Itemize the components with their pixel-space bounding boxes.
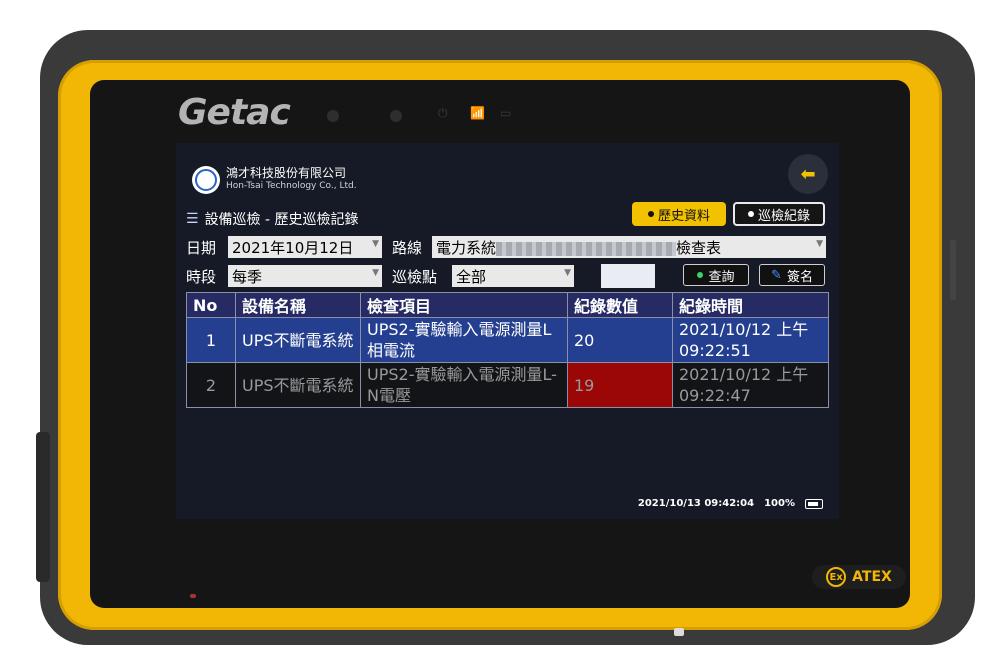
col-no: No [186,292,236,318]
signature-thumbnail [601,264,655,288]
cell-item: UPS2-實驗輸入電源測量L相電流 [360,317,568,363]
cell-item: UPS2-實驗輸入電源測量L-N電壓 [360,362,568,408]
chevron-down-icon: ▼ [372,268,379,278]
cell-no: 1 [186,317,236,363]
table-row[interactable]: 2 UPS不斷電系統 UPS2-實驗輸入電源測量L-N電壓 19 2021/10… [186,362,829,408]
atex-badge: Ex ATEX [812,565,906,589]
chevron-down-icon: ▼ [816,239,823,249]
search-list-icon: ☰ [186,211,199,227]
point-select[interactable]: 全部 ▼ [452,265,574,287]
arrow-left-icon: ⬅ [800,163,816,185]
history-data-label: 歷史資料 [657,208,710,224]
route-value-suffix: 檢查表 [676,239,722,257]
col-value: 紀錄數值 [567,292,673,318]
status-datetime: 2021/10/13 09:42:04 [637,498,755,509]
cell-time: 2021/10/12 上午 09:22:51 [672,317,829,363]
point-label: 巡檢點 [392,268,438,286]
side-slot [950,240,956,300]
cell-value-alert: 19 [567,362,673,408]
cell-no: 2 [186,362,236,408]
cell-value: 20 [567,317,673,363]
redacted-text [496,241,677,256]
battery-led-icon: ▭ [500,106,512,120]
sign-label: 簽名 [786,269,813,285]
status-battery: 100% [764,498,795,509]
chevron-down-icon: ▼ [564,268,571,278]
page-title-text: 設備巡檢 - 歷史巡檢記錄 [204,212,359,228]
chevron-down-icon: ▼ [372,239,379,249]
dot-icon [647,211,654,217]
col-device-name: 設備名稱 [235,292,361,318]
table-row[interactable]: 1 UPS不斷電系統 UPS2-實驗輸入電源測量L相電流 20 2021/10/… [186,317,829,363]
point-value: 全部 [456,268,487,286]
power-icon: ⏻ [438,106,448,120]
dot-icon [697,272,704,278]
app-screen: 鴻才科技股份有限公司 Hon-Tsai Technology Co., Ltd.… [176,143,839,519]
battery-icon [805,498,823,509]
query-label: 查詢 [708,269,735,285]
period-select[interactable]: 每季 ▼ [228,265,382,287]
table-header-row: No 設備名稱 檢查項目 紀錄數值 紀錄時間 [186,292,829,318]
history-data-button[interactable]: 歷史資料 [632,202,726,226]
pen-icon: ✎ [771,267,782,283]
sensor-dot [390,110,402,122]
col-item: 檢查項目 [360,292,568,318]
patrol-record-label: 巡檢紀錄 [757,208,810,224]
side-port [36,432,50,582]
camera-dot [327,110,339,122]
bottom-port [674,628,684,636]
brand-logo: Getac [178,92,291,133]
query-button[interactable]: 查詢 [683,264,749,286]
sign-button[interactable]: ✎ 簽名 [759,264,825,286]
page-title: ☰ 設備巡檢 - 歷史巡檢記錄 [186,209,359,229]
back-button[interactable]: ⬅ [788,154,828,194]
period-value: 每季 [232,268,263,286]
atex-label: ATEX [852,569,892,585]
cell-device-name: UPS不斷電系統 [235,362,361,408]
route-value-prefix: 電力系統 [436,239,497,257]
ex-icon: Ex [826,567,847,587]
company-name-en: Hon-Tsai Technology Co., Ltd. [226,181,357,191]
date-value: 2021年10月12日 [232,239,354,257]
date-label: 日期 [186,239,217,257]
microphone-indicator [190,594,196,598]
patrol-record-button[interactable]: 巡檢紀錄 [733,202,825,226]
cell-time: 2021/10/12 上午 09:22:47 [672,362,829,408]
route-select[interactable]: 電力系統 檢查表 ▼ [432,236,826,258]
cell-device-name: UPS不斷電系統 [235,317,361,363]
records-table: No 設備名稱 檢查項目 紀錄數值 紀錄時間 1 UPS不斷電系統 UPS2-實… [186,292,829,408]
route-label: 路線 [392,239,423,257]
company-name-zh: 鴻才科技股份有限公司 [226,166,347,180]
dot-icon [747,211,754,217]
wifi-icon: 📶 [470,106,485,120]
period-label: 時段 [186,268,217,286]
date-select[interactable]: 2021年10月12日 ▼ [228,236,382,258]
company-logo [192,166,220,194]
status-bar: 2021/10/13 09:42:04 100% [638,498,823,509]
company-name: 鴻才科技股份有限公司 Hon-Tsai Technology Co., Ltd. [226,164,357,191]
col-time: 紀錄時間 [672,292,829,318]
